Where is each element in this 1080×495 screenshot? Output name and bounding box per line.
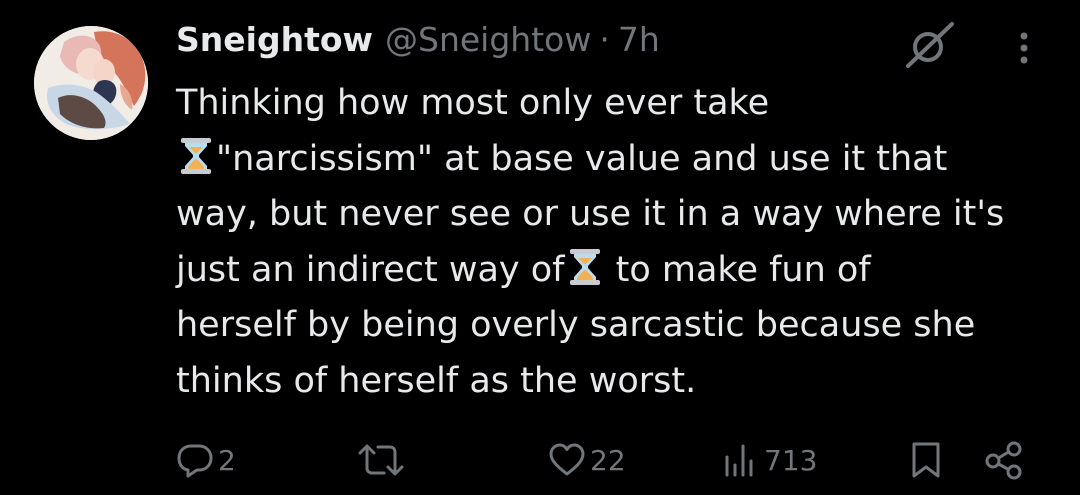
text-segment: herself by being overly sarcastic becaus…: [176, 305, 976, 345]
hourglass-icon: [181, 137, 211, 174]
grok-icon[interactable]: [902, 20, 958, 70]
view-count: 713: [764, 443, 818, 477]
hourglass-icon: [569, 248, 600, 285]
tweet-timestamp[interactable]: 7h: [618, 20, 660, 59]
text-segment: Thinking how most only ever take: [176, 83, 770, 123]
tweet-text-line: "narcissism" at base value and use it th…: [176, 132, 1056, 188]
text-segment: way, but never see or use it in a way wh…: [176, 194, 1005, 234]
tweet-action-bar: 2 22 713: [0, 430, 1080, 490]
author-handle[interactable]: @Sneightow: [385, 20, 591, 59]
bookmark-button[interactable]: [908, 430, 944, 490]
avatar-image: [34, 26, 148, 140]
bookmark-icon: [912, 442, 940, 478]
avatar[interactable]: [34, 26, 148, 140]
text-segment: to make fun of: [604, 249, 871, 290]
like-icon: [549, 443, 585, 476]
like-count: 22: [590, 443, 626, 477]
tweet-text-line: just an indirect way of to make fun of: [176, 243, 1056, 299]
more-icon[interactable]: [1004, 26, 1044, 70]
share-icon: [985, 441, 1022, 480]
tweet-text-line: thinks of herself as the worst.: [176, 354, 1056, 410]
text-segment: just an indirect way of: [176, 249, 565, 290]
text-segment: "narcissism" at base value and use it th…: [216, 138, 948, 179]
views-button[interactable]: 713: [722, 430, 817, 490]
author-display-name[interactable]: Sneightow: [176, 20, 373, 59]
retweet-icon: [358, 444, 404, 476]
share-button[interactable]: [984, 430, 1024, 490]
views-icon: [725, 444, 753, 477]
tweet-text-line: herself by being overly sarcastic becaus…: [176, 298, 1056, 354]
like-button[interactable]: 22: [548, 430, 626, 490]
reply-icon: [177, 444, 213, 478]
tweet-text-line: Thinking how most only ever take: [176, 76, 1056, 132]
text-segment: thinks of herself as the worst.: [176, 360, 697, 401]
tweet-text: Thinking how most only ever take "narcis…: [176, 76, 1056, 409]
tweet-text-line: way, but never see or use it in a way wh…: [176, 187, 1056, 243]
reply-button[interactable]: 2: [176, 430, 236, 490]
reply-count: 2: [218, 443, 236, 477]
retweet-button[interactable]: [356, 430, 410, 490]
tweet-header: Sneightow @Sneightow · 7h: [176, 20, 660, 70]
header-separator: ·: [599, 20, 610, 59]
